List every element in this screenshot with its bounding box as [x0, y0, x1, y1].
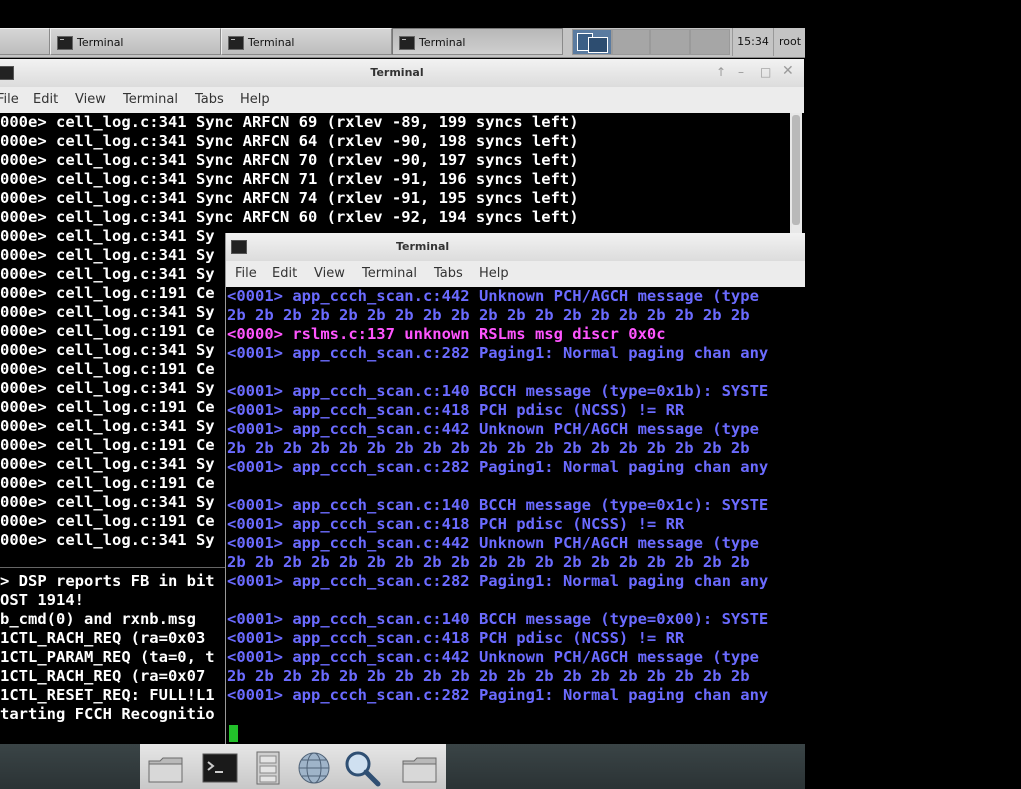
- window-title: Terminal: [396, 240, 450, 253]
- taskbar-label: Terminal: [419, 36, 466, 49]
- menu-help[interactable]: Help: [479, 266, 509, 281]
- terminal-output[interactable]: <0001> app_ccch_scan.c:442 Unknown PCH/A…: [227, 287, 805, 745]
- window-titlebar[interactable]: Terminal ↑ – □ ✕: [0, 59, 804, 88]
- terminal-window-front[interactable]: Terminal File Edit View Terminal Tabs He…: [225, 233, 805, 745]
- user-name[interactable]: root: [773, 28, 806, 56]
- window-titlebar[interactable]: Terminal: [226, 233, 805, 262]
- taskbar-label: Terminal: [77, 36, 124, 49]
- top-panel: Terminal Terminal Terminal 15:34 root: [0, 28, 805, 58]
- terminal-line: <0001> app_ccch_scan.c:442 Unknown PCH/A…: [227, 287, 759, 305]
- text-cursor: [229, 725, 238, 742]
- terminal-line: <0001> app_ccch_scan.c:442 Unknown PCH/A…: [227, 648, 759, 666]
- taskbar-item-terminal-1[interactable]: Terminal: [50, 28, 221, 55]
- taskbar-item-terminal-2[interactable]: Terminal: [221, 28, 392, 55]
- close-button[interactable]: ✕: [782, 63, 794, 79]
- terminal-line: <0001> app_ccch_scan.c:282 Paging1: Norm…: [227, 458, 769, 476]
- terminal-line: <0001> app_ccch_scan.c:418 PCH pdisc (NC…: [227, 401, 685, 419]
- menu-view[interactable]: View: [314, 266, 345, 281]
- terminal-line: <0001> app_ccch_scan.c:418 PCH pdisc (NC…: [227, 629, 685, 647]
- workspace-2[interactable]: [612, 29, 650, 55]
- terminal-line: <0001> app_ccch_scan.c:442 Unknown PCH/A…: [227, 534, 759, 552]
- terminal-line: 000e> cell_log.c:341 Sync ARFCN 60 (rxle…: [0, 208, 579, 226]
- scrollbar-thumb[interactable]: [792, 115, 800, 225]
- terminal-line: 2b 2b 2b 2b 2b 2b 2b 2b 2b 2b 2b 2b 2b 2…: [227, 553, 750, 571]
- terminal-line: 000e> cell_log.c:341 Sync ARFCN 69 (rxle…: [0, 113, 579, 131]
- terminal-line: 2b 2b 2b 2b 2b 2b 2b 2b 2b 2b 2b 2b 2b 2…: [227, 667, 750, 685]
- network-globe-icon[interactable]: [294, 749, 334, 787]
- terminal-line: 000e> cell_log.c:341 Sync ARFCN 70 (rxle…: [0, 151, 579, 169]
- terminal-line: <0001> app_ccch_scan.c:140 BCCH message …: [227, 610, 769, 628]
- folder-icon[interactable]: [400, 749, 440, 787]
- clock[interactable]: 15:34: [732, 28, 773, 56]
- terminal-icon: [231, 240, 247, 254]
- taskbar-label: Terminal: [248, 36, 295, 49]
- minimize-button[interactable]: –: [738, 65, 744, 79]
- window-thumb: [588, 37, 608, 53]
- file-cabinet-icon[interactable]: [248, 749, 288, 787]
- menu-edit[interactable]: Edit: [272, 266, 297, 281]
- terminal-line: <0001> app_ccch_scan.c:140 BCCH message …: [227, 496, 769, 514]
- folder-icon[interactable]: [146, 749, 186, 787]
- menu-bar: File Edit View Terminal Tabs Help: [0, 87, 804, 113]
- terminal-icon: [57, 36, 73, 50]
- menu-tabs[interactable]: Tabs: [195, 92, 224, 107]
- terminal-line: <0001> app_ccch_scan.c:282 Paging1: Norm…: [227, 686, 769, 704]
- terminal-line: <0001> app_ccch_scan.c:282 Paging1: Norm…: [227, 572, 769, 590]
- workspace-3[interactable]: [650, 29, 690, 55]
- window-title: Terminal: [370, 66, 424, 79]
- menu-terminal[interactable]: Terminal: [362, 266, 417, 281]
- menu-view[interactable]: View: [75, 92, 106, 107]
- menu-terminal[interactable]: Terminal: [123, 92, 178, 107]
- terminal-line: 000e> cell_log.c:341 Sync ARFCN 71 (rxle…: [0, 170, 579, 188]
- terminal-line: <0001> app_ccch_scan.c:282 Paging1: Norm…: [227, 344, 769, 362]
- magnifier-icon[interactable]: [342, 749, 382, 787]
- terminal-icon: [399, 36, 415, 50]
- maximize-button[interactable]: □: [760, 65, 771, 79]
- dock: [140, 744, 446, 789]
- taskbar-item-terminal-3[interactable]: Terminal: [392, 28, 563, 55]
- workspace-1[interactable]: [572, 29, 612, 55]
- menu-tabs[interactable]: Tabs: [434, 266, 463, 281]
- taskbar-overflow[interactable]: [0, 28, 50, 55]
- terminal-line: <0001> app_ccch_scan.c:418 PCH pdisc (NC…: [227, 515, 685, 533]
- menu-help[interactable]: Help: [240, 92, 270, 107]
- terminal-line: 000e> cell_log.c:341 Sync ARFCN 64 (rxle…: [0, 132, 579, 150]
- terminal-line: <0001> app_ccch_scan.c:442 Unknown PCH/A…: [227, 420, 759, 438]
- terminal-line: 000e> cell_log.c:341 Sync ARFCN 74 (rxle…: [0, 189, 579, 207]
- arrow-up-icon[interactable]: ↑: [716, 65, 726, 79]
- terminal-icon[interactable]: [200, 749, 240, 787]
- terminal-line: 2b 2b 2b 2b 2b 2b 2b 2b 2b 2b 2b 2b 2b 2…: [227, 439, 750, 457]
- menu-bar: File Edit View Terminal Tabs Help: [226, 261, 805, 287]
- terminal-line: 2b 2b 2b 2b 2b 2b 2b 2b 2b 2b 2b 2b 2b 2…: [227, 306, 750, 324]
- terminal-icon: [228, 36, 244, 50]
- menu-file[interactable]: File: [0, 92, 19, 107]
- terminal-line: <0000> rslms.c:137 unknown RSLms msg dis…: [227, 325, 666, 343]
- menu-file[interactable]: File: [235, 266, 257, 281]
- terminal-line: <0001> app_ccch_scan.c:140 BCCH message …: [227, 382, 769, 400]
- menu-edit[interactable]: Edit: [33, 92, 58, 107]
- workspace-4[interactable]: [690, 29, 730, 55]
